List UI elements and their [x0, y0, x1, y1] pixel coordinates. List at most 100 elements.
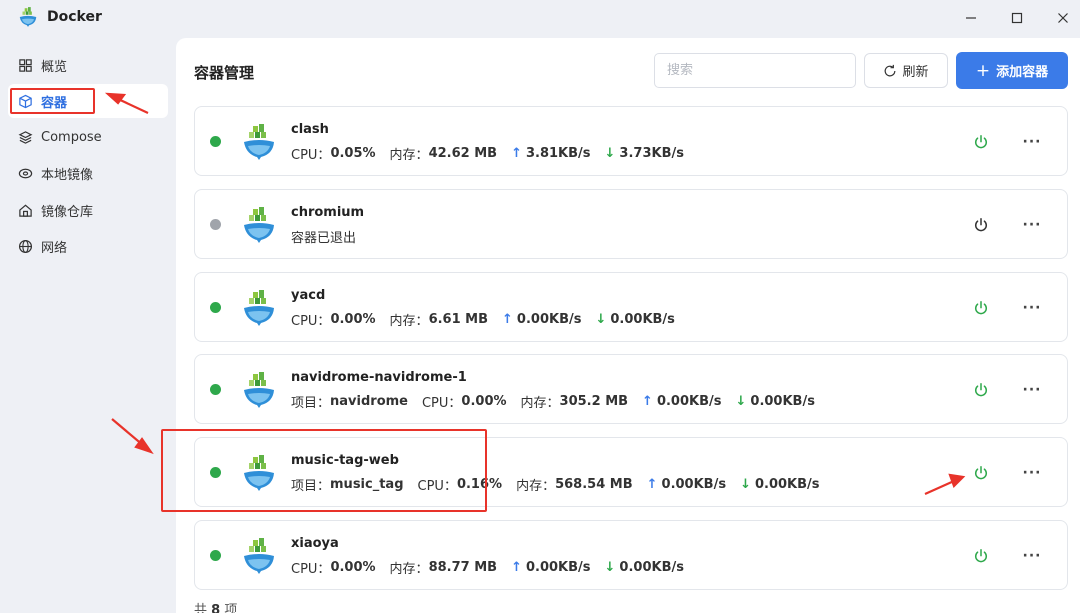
mem-value: 42.62 MB: [428, 146, 498, 161]
upload-rate: 0.00KB/s: [525, 560, 591, 575]
cpu-value: 0.16%: [456, 477, 503, 492]
mem-value: 6.61 MB: [428, 312, 489, 327]
container-icon: [244, 124, 274, 160]
status-dot: [210, 219, 221, 230]
sidebar-item-image-registry[interactable]: 镜像仓库: [8, 193, 168, 227]
download-rate: 0.00KB/s: [754, 477, 820, 492]
refresh-button[interactable]: 刷新: [864, 53, 948, 88]
mem-label: 内存：: [389, 148, 429, 163]
container-card[interactable]: clash CPU： 0.05% 内存： 42.62 MB ↑ 3.81KB/s ↓ 3.73…: [194, 106, 1068, 176]
main-panel: 容器管理 刷新 + 添加容器 clash CPU：0.05%内存：42.62 M…: [176, 38, 1080, 613]
power-icon[interactable]: [971, 298, 991, 318]
container-stats: 容器已退出: [291, 227, 356, 246]
cpu-label: CPU：: [417, 479, 457, 494]
container-card[interactable]: xiaoya CPU： 0.00% 内存： 88.77 MB ↑ 0.00KB/s ↓ 0.0…: [194, 520, 1068, 590]
container-name: chromium: [291, 205, 365, 220]
container-icon: [244, 455, 274, 491]
container-card[interactable]: navidrome-navidrome-1 项目： navidrome CPU： 0.…: [194, 354, 1068, 424]
layers-icon: [17, 129, 33, 145]
status-dot: [210, 136, 221, 147]
download-arrow-icon: ↓: [595, 312, 607, 327]
close-icon[interactable]: [1051, 7, 1075, 29]
container-card[interactable]: music-tag-web 项目： music_tag CPU： 0.16% 内存： 56…: [194, 437, 1068, 507]
add-container-label: 添加容器: [996, 65, 1049, 80]
cpu-value: 0.00%: [461, 394, 507, 409]
container-stats: CPU： 0.00% 内存： 88.77 MB ↑ 0.00KB/s ↓ 0.00KB/s: [291, 558, 698, 577]
more-icon[interactable]: ···: [1021, 132, 1043, 152]
container-stats: CPU： 0.00% 内存： 6.61 MB ↑ 0.00KB/s ↓ 0.00KB/s: [291, 310, 689, 329]
power-icon[interactable]: [971, 132, 991, 152]
upload-arrow-icon: ↑: [511, 146, 522, 161]
count-prefix: 共: [194, 603, 208, 613]
count-value: 8: [211, 603, 221, 613]
more-icon[interactable]: ···: [1021, 215, 1043, 235]
more-icon[interactable]: ···: [1021, 463, 1043, 483]
search-input[interactable]: [654, 53, 856, 88]
power-icon[interactable]: [971, 463, 991, 483]
container-icon: [244, 372, 274, 408]
sidebar-item-containers[interactable]: 容器: [8, 84, 168, 118]
cpu-label: CPU：: [421, 396, 462, 411]
container-card[interactable]: yacd CPU： 0.00% 内存： 6.61 MB ↑ 0.00KB/s ↓ 0.00KB…: [194, 272, 1068, 342]
sidebar-item-network[interactable]: 网络: [8, 229, 168, 263]
more-icon[interactable]: ···: [1021, 298, 1043, 318]
minimize-icon[interactable]: [959, 7, 983, 29]
container-name: clash: [291, 122, 329, 137]
count-suffix: 项: [224, 603, 238, 613]
upload-rate: 0.00KB/s: [661, 477, 727, 492]
disk-icon: [17, 165, 33, 181]
power-icon[interactable]: [971, 380, 991, 400]
sidebar-item-compose[interactable]: Compose: [8, 120, 168, 154]
download-rate: 3.73KB/s: [619, 146, 684, 161]
project-value: music_tag: [330, 477, 404, 492]
download-arrow-icon: ↓: [604, 146, 616, 161]
cpu-value: 0.05%: [330, 146, 376, 161]
docker-logo-icon: [19, 7, 37, 27]
sidebar-item-overview[interactable]: 概览: [8, 48, 168, 82]
status-dot: [210, 384, 221, 395]
container-name: yacd: [291, 288, 326, 303]
download-rate: 0.00KB/s: [610, 312, 675, 327]
container-name: xiaoya: [291, 536, 339, 551]
download-rate: 0.00KB/s: [750, 394, 815, 409]
more-icon[interactable]: ···: [1021, 380, 1043, 400]
upload-rate: 0.00KB/s: [656, 394, 722, 409]
sidebar-item-label: Compose: [41, 129, 102, 145]
container-name: music-tag-web: [291, 453, 399, 468]
item-count: 共 8 项: [194, 599, 237, 613]
mem-label: 内存：: [516, 479, 556, 494]
upload-arrow-icon: ↑: [502, 312, 513, 327]
sidebar-item-label: 镜像仓库: [41, 204, 94, 220]
status-dot: [210, 302, 221, 313]
title-bar: Docker: [0, 0, 1080, 36]
container-card[interactable]: chromium 容器已退出 ···: [194, 189, 1068, 259]
container-name: navidrome-navidrome-1: [291, 370, 467, 385]
more-icon[interactable]: ···: [1021, 546, 1043, 566]
grid-icon: [17, 57, 33, 73]
project-label: 项目：: [291, 479, 331, 494]
cube-icon: [17, 93, 33, 109]
container-icon: [244, 290, 274, 326]
home-icon: [17, 202, 33, 218]
power-icon[interactable]: [971, 215, 991, 235]
sidebar-item-label: 概览: [41, 59, 68, 75]
container-stats: 项目： music_tag CPU： 0.16% 内存： 568.54 MB ↑ 0.00KB…: [291, 475, 834, 494]
refresh-icon: [885, 64, 896, 76]
mem-value: 88.77 MB: [428, 560, 498, 575]
sidebar-item-label: 本地镜像: [41, 167, 94, 183]
sidebar-item-label: 网络: [41, 240, 68, 256]
container-stats: 项目： navidrome CPU： 0.00% 内存： 305.2 MB ↑ 0.00KB/…: [291, 392, 829, 411]
power-icon[interactable]: [971, 546, 991, 566]
cpu-label: CPU：: [291, 148, 331, 163]
globe-icon: [17, 238, 33, 254]
maximize-icon[interactable]: [1005, 7, 1029, 29]
container-stats: CPU： 0.05% 内存： 42.62 MB ↑ 3.81KB/s ↓ 3.73KB/s: [291, 144, 698, 163]
mem-label: 内存：: [389, 314, 429, 329]
cpu-label: CPU：: [291, 314, 331, 329]
cpu-label: CPU：: [291, 562, 331, 577]
sidebar-item-local-images[interactable]: 本地镜像: [8, 156, 168, 190]
status-dot: [210, 467, 221, 478]
add-container-button[interactable]: + 添加容器: [956, 52, 1068, 89]
upload-arrow-icon: ↑: [646, 477, 658, 492]
mem-value: 305.2 MB: [559, 394, 629, 409]
